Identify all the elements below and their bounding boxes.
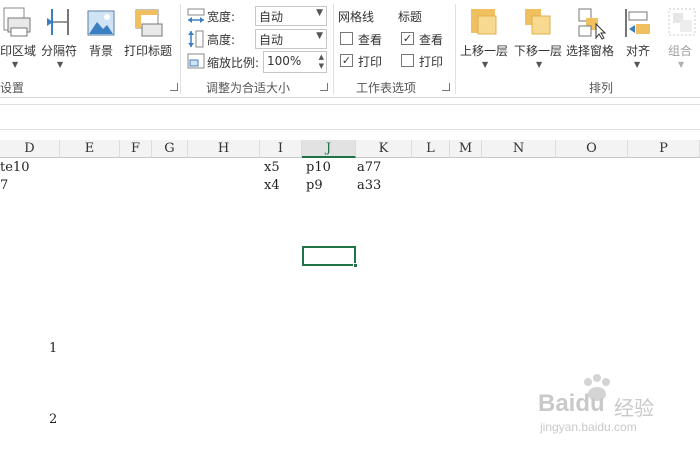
formula-bar[interactable] xyxy=(0,104,700,130)
column-header-h[interactable]: H xyxy=(188,140,260,158)
breaks-icon xyxy=(47,9,69,35)
column-header-d[interactable]: D xyxy=(0,140,60,158)
height-select[interactable]: 自动 ▼ xyxy=(255,29,327,49)
send-backward-button[interactable]: 下移一层 ▼ xyxy=(512,6,564,74)
bring-forward-icon xyxy=(471,9,497,35)
align-label: 对齐 xyxy=(626,44,651,58)
send-backward-label: 下移一层 xyxy=(514,44,563,58)
dialog-launcher-icon[interactable] xyxy=(320,83,328,91)
ribbon: 印区域 ▼ 分隔符 ▼ 背景 打印标题 设置 宽度: 自动 ▼ 高度: 自动 ▼… xyxy=(0,0,700,98)
divider xyxy=(455,4,456,94)
chevron-down-icon: ▼ xyxy=(536,60,543,69)
print-titles-button[interactable]: 打印标题 xyxy=(122,6,176,74)
gridlines-print-checkbox[interactable]: ✓ xyxy=(340,54,353,67)
cell-j2[interactable]: p9 xyxy=(306,178,323,193)
selection-pane-label: 选择窗格 xyxy=(566,44,615,58)
cell-j1[interactable]: p10 xyxy=(306,160,331,175)
cell-d2[interactable]: 7 xyxy=(0,178,8,193)
height-value: 自动 xyxy=(259,33,284,47)
print-titles-icon xyxy=(135,9,163,37)
cell-i2[interactable]: x4 xyxy=(264,178,280,193)
print-area-icon xyxy=(3,7,31,37)
chevron-down-icon: ▼ xyxy=(634,60,641,69)
gridlines-view-label: 查看 xyxy=(358,33,383,47)
gridlines-view-checkbox[interactable] xyxy=(340,32,353,45)
scale-to-fit-group-label: 调整为合适大小 xyxy=(206,81,291,95)
scale-icon xyxy=(187,53,205,69)
selection-pane-icon xyxy=(578,8,606,40)
headings-view-checkbox[interactable]: ✓ xyxy=(401,32,414,45)
cell-number-2[interactable]: 2 xyxy=(49,412,57,427)
width-label: 宽度: xyxy=(207,10,236,24)
column-header-e[interactable]: E xyxy=(60,140,120,158)
column-header-k[interactable]: K xyxy=(356,140,412,158)
cell-k1[interactable]: a77 xyxy=(357,160,381,175)
gridlines-title: 网格线 xyxy=(338,10,375,24)
width-value: 自动 xyxy=(259,10,284,24)
height-label: 高度: xyxy=(207,33,236,47)
background-button[interactable]: 背景 xyxy=(85,6,117,74)
print-titles-label: 打印标题 xyxy=(124,44,173,58)
cell-i1[interactable]: x5 xyxy=(264,160,280,175)
divider xyxy=(180,4,181,94)
chevron-down-icon: ▼ xyxy=(57,60,64,69)
width-icon xyxy=(187,8,205,23)
active-cell-selection[interactable] xyxy=(302,246,358,268)
cell-number-1[interactable]: 1 xyxy=(49,341,57,356)
cell-k2[interactable]: a33 xyxy=(357,178,381,193)
bring-forward-label: 上移一层 xyxy=(460,44,509,58)
chevron-down-icon: ▼ xyxy=(482,60,489,69)
send-backward-icon xyxy=(525,9,551,35)
column-header-o[interactable]: O xyxy=(556,140,628,158)
group-icon xyxy=(668,8,696,36)
print-area-button[interactable]: 印区域 ▼ xyxy=(0,6,40,74)
chevron-down-icon: ▼ xyxy=(316,8,323,18)
background-label: 背景 xyxy=(89,44,114,58)
column-header-f[interactable]: F xyxy=(120,140,152,158)
dialog-launcher-icon[interactable] xyxy=(170,83,178,91)
gridlines-print-label: 打印 xyxy=(358,55,383,69)
scale-spinner[interactable]: 100% ▲ ▼ xyxy=(263,51,327,73)
height-icon xyxy=(188,30,204,48)
spin-up-icon[interactable]: ▲ xyxy=(319,53,324,61)
cell-d1[interactable]: te10 xyxy=(0,160,29,175)
column-header-j[interactable]: J xyxy=(302,140,356,158)
width-select[interactable]: 自动 ▼ xyxy=(255,6,327,26)
background-image-icon xyxy=(87,10,115,36)
headings-print-checkbox[interactable] xyxy=(401,54,414,67)
chevron-down-icon: ▼ xyxy=(678,60,685,69)
align-button[interactable]: 对齐 ▼ xyxy=(622,6,656,74)
align-icon xyxy=(625,9,650,37)
chevron-down-icon: ▼ xyxy=(316,31,323,41)
headings-title: 标题 xyxy=(398,10,423,24)
headings-view-label: 查看 xyxy=(419,33,444,47)
breaks-button[interactable]: 分隔符 ▼ xyxy=(41,6,81,74)
group-button[interactable]: 组合 ▼ xyxy=(664,6,700,74)
column-header-l[interactable]: L xyxy=(412,140,450,158)
watermark-url: jingyan.baidu.com xyxy=(540,420,637,434)
scale-value: 100% xyxy=(267,54,302,68)
sheet-options-group-label: 工作表选项 xyxy=(356,81,417,95)
print-area-label: 印区域 xyxy=(0,44,37,58)
dialog-launcher-icon[interactable] xyxy=(442,83,450,91)
column-header-i[interactable]: I xyxy=(260,140,302,158)
column-header-g[interactable]: G xyxy=(152,140,188,158)
group-label: 组合 xyxy=(668,44,693,58)
page-setup-group-label: 设置 xyxy=(0,81,25,95)
chevron-down-icon: ▼ xyxy=(12,60,19,69)
fill-handle[interactable] xyxy=(353,263,358,268)
scale-label: 缩放比例: xyxy=(207,56,260,70)
headings-print-label: 打印 xyxy=(419,55,444,69)
bring-forward-button[interactable]: 上移一层 ▼ xyxy=(458,6,510,74)
watermark-brand: Baidu xyxy=(538,390,605,417)
arrange-group-label: 排列 xyxy=(589,81,614,95)
breaks-label: 分隔符 xyxy=(41,44,78,58)
watermark-brand-cn: 经验 xyxy=(614,396,654,420)
divider xyxy=(333,4,334,94)
spin-down-icon[interactable]: ▼ xyxy=(319,62,324,70)
column-header-m[interactable]: M xyxy=(450,140,482,158)
column-header-p[interactable]: P xyxy=(628,140,700,158)
selection-pane-button[interactable]: 选择窗格 xyxy=(566,6,618,74)
column-header-n[interactable]: N xyxy=(482,140,556,158)
